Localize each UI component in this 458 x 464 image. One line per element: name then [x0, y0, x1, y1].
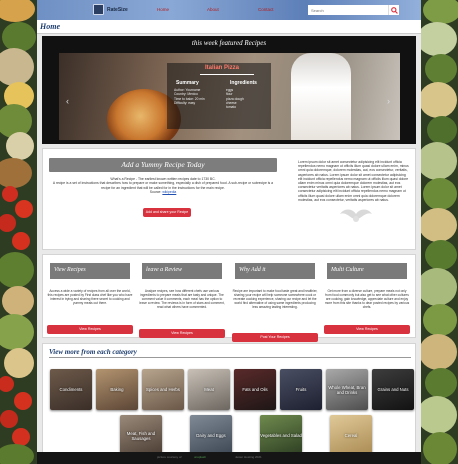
- summary-heading: Summary: [176, 80, 199, 86]
- category-label: Whole Wheat, Bran and Drinks: [328, 384, 366, 395]
- card-header: Why Add it: [235, 263, 315, 279]
- categories-divider: [49, 357, 411, 358]
- footer-credit: picture courtesy of: [157, 455, 182, 459]
- logo-text: RateSize: [107, 6, 128, 13]
- category-label: Grains and Nuts: [377, 387, 409, 392]
- category-tile-grains-nuts[interactable]: Grains and Nuts: [372, 369, 414, 410]
- nav-link-contact[interactable]: Contact: [258, 7, 274, 12]
- feature-cards-section: View Recipes Access a wide a variety of …: [42, 254, 416, 342]
- card-header: leave a Review: [142, 263, 222, 279]
- summary-list: Author: Yourname Country: Mexico Time to…: [174, 88, 205, 105]
- category-tile-condiments[interactable]: Condiments: [50, 369, 92, 410]
- card-leave-review: leave a Review Analyze recipes, see how …: [139, 263, 225, 338]
- category-tile-meat[interactable]: Meat: [188, 369, 230, 410]
- add-recipe-header: Add a Yummy Recipe Today: [49, 158, 277, 172]
- desc-source-label: Source:: [149, 190, 162, 195]
- chef-image: [291, 53, 351, 140]
- card-why-add-it: Why Add it Recipe are important to make …: [232, 263, 318, 342]
- ingredient-line: tomato: [226, 105, 237, 110]
- category-tile-dairy-eggs[interactable]: Dairy and Eggs: [190, 415, 232, 456]
- category-label: Fats and Oils: [242, 387, 268, 392]
- wikipedia-link[interactable]: wikipedia: [162, 190, 176, 194]
- search-box: [308, 5, 399, 15]
- logo-mark-icon: [93, 4, 104, 15]
- card-multi-culture: Multi Culture Get more from a diverse cu…: [324, 263, 410, 335]
- add-recipe-button[interactable]: Add and share your Recipe: [143, 208, 191, 217]
- category-label: Baking: [110, 387, 124, 392]
- categories-section: View more from each category Condiments …: [42, 343, 416, 460]
- home-breadcrumb-link[interactable]: Home: [40, 22, 60, 31]
- chevron-left-icon[interactable]: ‹: [66, 96, 69, 106]
- add-recipe-title: Add a Yummy Recipe Today: [121, 160, 205, 169]
- category-label: Condiments: [59, 387, 83, 392]
- add-recipe-section: Add a Yummy Recipe Today What's a Recipe…: [42, 148, 416, 250]
- left-food-background: [0, 0, 37, 464]
- category-label: Spices and Herbs: [146, 387, 180, 392]
- featured-carousel: this week featured Recipes Italian Pizza…: [42, 36, 416, 144]
- category-tile-fats-oils[interactable]: Fats and Oils: [234, 369, 276, 410]
- card-title: Why Add it: [239, 267, 266, 273]
- category-tile-baking[interactable]: Baking: [96, 369, 138, 410]
- recipe-title-underline: [200, 74, 254, 75]
- search-icon: [390, 6, 398, 14]
- footer-copyright: Jester Hosting 2021: [235, 455, 262, 459]
- card-header: View Recipes: [50, 263, 130, 279]
- card-view-recipes: View Recipes Access a wide a variety of …: [47, 263, 133, 335]
- categories-title: View more from each category: [49, 348, 137, 356]
- featured-slide[interactable]: Italian Pizza Summary Ingredients Author…: [59, 53, 400, 140]
- category-tile-fruits[interactable]: Fruits: [280, 369, 322, 410]
- card-text: Recipe are important to make food taste …: [232, 289, 318, 310]
- search-input[interactable]: [308, 5, 388, 15]
- mustache-icon: [340, 209, 372, 222]
- category-tile-spices-herbs[interactable]: Spices and Herbs: [142, 369, 184, 410]
- post-your-recipes-button[interactable]: Post Your Recipes: [232, 333, 318, 342]
- category-tile-whole-wheat[interactable]: Whole Wheat, Bran and Drinks: [326, 369, 368, 410]
- search-button[interactable]: [388, 5, 399, 15]
- unsplash-link[interactable]: unsplash: [194, 455, 206, 459]
- category-label: Meat, Fish and Sausages: [126, 430, 156, 441]
- footer: picture courtesy of unsplash Jester Host…: [37, 452, 421, 464]
- add-recipe-description: What's a Recipe - The earliest known wri…: [49, 177, 277, 195]
- category-label: Dairy and Eggs: [196, 433, 226, 438]
- category-label: Vegetables and Salad: [260, 433, 302, 438]
- card-title: Multi Culture: [331, 267, 364, 273]
- card-text: Access a wide a variety of recipes from …: [47, 289, 133, 306]
- view-recipes-button[interactable]: View Recipes: [139, 329, 225, 338]
- category-label: Meat: [204, 387, 214, 392]
- category-tile-cereal[interactable]: Cereal: [330, 415, 372, 456]
- desc-line-2: A recipe is a set of instructions that d…: [52, 181, 274, 190]
- card-text: Analyze recipes, see how different chefs…: [139, 289, 225, 310]
- featured-recipe-name[interactable]: Italian Pizza: [205, 65, 239, 71]
- top-navbar: RateSize Home About Contact: [37, 0, 421, 20]
- site-logo[interactable]: RateSize: [93, 4, 128, 15]
- card-header: Multi Culture: [327, 263, 407, 279]
- breadcrumb: Home: [37, 20, 421, 34]
- category-label: Cereal: [344, 433, 358, 438]
- ingredients-heading: Ingredients: [230, 80, 257, 86]
- category-tile-vegetables[interactable]: Vegetables and Salad: [260, 415, 302, 456]
- category-tile-meat-fish[interactable]: Meat, Fish and Sausages: [120, 415, 162, 456]
- chevron-right-icon[interactable]: ›: [387, 96, 390, 106]
- nav-link-about[interactable]: About: [207, 7, 219, 12]
- card-text: Get more from a diverse culture, prepare…: [324, 289, 410, 310]
- desc-source: Source: wikipedia: [49, 190, 277, 194]
- featured-title: this week featured Recipes: [191, 39, 267, 47]
- view-recipes-button[interactable]: View Recipes: [324, 325, 410, 334]
- summary-line: Difficulty: easy: [174, 100, 196, 105]
- card-title: leave a Review: [146, 267, 182, 273]
- lorem-text: Lorem ipsum dolor sit amet consectetur a…: [298, 160, 409, 202]
- right-food-background: [421, 0, 458, 464]
- nav-link-home[interactable]: Home: [157, 7, 169, 12]
- ingredients-list: eggs flour pizza dough cheese tomato: [226, 88, 244, 109]
- category-label: Fruits: [295, 387, 307, 392]
- main-content: Home this week featured Recipes Italian …: [37, 20, 421, 460]
- view-recipes-button[interactable]: View Recipes: [47, 325, 133, 334]
- card-title: View Recipes: [54, 267, 86, 273]
